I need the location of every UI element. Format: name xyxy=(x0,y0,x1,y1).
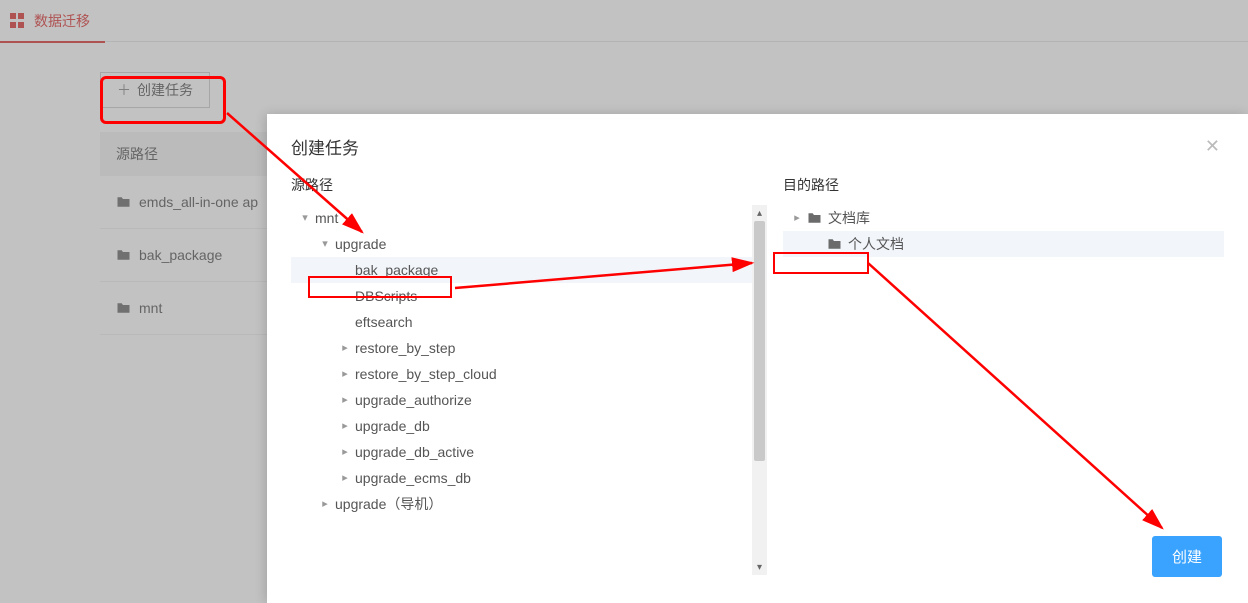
dest-panel-title: 目的路径 xyxy=(783,175,1224,195)
tree-item[interactable]: DBScripts xyxy=(291,283,767,309)
tree-item-label: eftsearch xyxy=(355,308,413,336)
dialog-header: 创建任务 ✕ xyxy=(267,114,1248,175)
create-submit-button[interactable]: 创建 xyxy=(1152,536,1222,577)
tree-item[interactable]: ▸restore_by_step_cloud xyxy=(291,361,767,387)
chevron-right-icon[interactable]: ▸ xyxy=(339,389,351,411)
tree-item-label: upgrade xyxy=(335,230,386,258)
close-icon[interactable]: ✕ xyxy=(1201,132,1224,161)
tree-item[interactable]: ▸restore_by_step xyxy=(291,335,767,361)
dialog-title: 创建任务 xyxy=(291,134,359,159)
tree-item-label: upgrade（导机） xyxy=(335,490,442,518)
tree-item[interactable]: 个人文档 xyxy=(783,231,1224,257)
tree-item[interactable]: bak_package xyxy=(291,257,767,283)
folder-icon xyxy=(827,238,842,250)
tree-item[interactable]: eftsearch xyxy=(291,309,767,335)
tree-item-label: mnt xyxy=(315,205,338,232)
chevron-right-icon[interactable]: ▸ xyxy=(339,441,351,463)
chevron-right-icon[interactable]: ▸ xyxy=(339,337,351,359)
tree-item[interactable]: ▾upgrade xyxy=(291,231,767,257)
scroll-down-icon[interactable]: ▾ xyxy=(752,559,767,575)
chevron-right-icon[interactable]: ▸ xyxy=(319,493,331,515)
dialog-body: 源路径 ▾mnt▾upgradebak_packageDBScriptsefts… xyxy=(267,175,1248,575)
tree-item[interactable]: ▾mnt xyxy=(291,205,767,231)
tree-item-label: upgrade_ecms_db xyxy=(355,464,471,492)
dest-tree-wrap: ▸ 文档库个人文档 xyxy=(783,205,1224,575)
tree-item-label: upgrade_db xyxy=(355,412,430,440)
chevron-right-icon[interactable]: ▸ xyxy=(339,415,351,437)
source-panel: 源路径 ▾mnt▾upgradebak_packageDBScriptsefts… xyxy=(291,175,767,575)
chevron-right-icon[interactable]: ▸ xyxy=(339,363,351,385)
tree-item[interactable]: ▸upgrade_db xyxy=(291,413,767,439)
tree-item-label: 文档库 xyxy=(828,205,870,232)
source-tree-wrap: ▾mnt▾upgradebak_packageDBScriptseftsearc… xyxy=(291,205,767,575)
dest-panel: 目的路径 ▸ 文档库个人文档 xyxy=(783,175,1224,575)
tree-item[interactable]: ▸upgrade_ecms_db xyxy=(291,465,767,491)
tree-item[interactable]: ▸ 文档库 xyxy=(783,205,1224,231)
source-scrollbar[interactable]: ▴ ▾ xyxy=(752,205,767,575)
tree-item-label: restore_by_step_cloud xyxy=(355,360,497,388)
chevron-right-icon[interactable]: ▸ xyxy=(339,467,351,489)
tree-item[interactable]: ▸upgrade_authorize xyxy=(291,387,767,413)
tree-item-label: restore_by_step xyxy=(355,334,455,362)
dest-tree[interactable]: ▸ 文档库个人文档 xyxy=(783,205,1224,257)
tree-item[interactable]: ▸upgrade_db_active xyxy=(291,439,767,465)
tree-item-label: 个人文档 xyxy=(848,230,904,258)
scroll-thumb[interactable] xyxy=(754,221,765,461)
create-task-dialog: 创建任务 ✕ 源路径 ▾mnt▾upgradebak_packageDBScri… xyxy=(267,114,1248,603)
chevron-right-icon[interactable]: ▸ xyxy=(791,207,803,229)
tree-item-label: upgrade_authorize xyxy=(355,386,472,414)
tree-item-label: upgrade_db_active xyxy=(355,438,474,466)
chevron-down-icon[interactable]: ▾ xyxy=(299,207,311,229)
tree-item-label: DBScripts xyxy=(355,282,417,310)
tree-item[interactable]: ▸upgrade（导机） xyxy=(291,491,767,517)
tree-item-label: bak_package xyxy=(355,256,438,284)
source-tree[interactable]: ▾mnt▾upgradebak_packageDBScriptseftsearc… xyxy=(291,205,767,517)
scroll-up-icon[interactable]: ▴ xyxy=(752,205,767,221)
folder-icon xyxy=(807,212,822,224)
source-panel-title: 源路径 xyxy=(291,175,767,195)
chevron-down-icon[interactable]: ▾ xyxy=(319,233,331,255)
